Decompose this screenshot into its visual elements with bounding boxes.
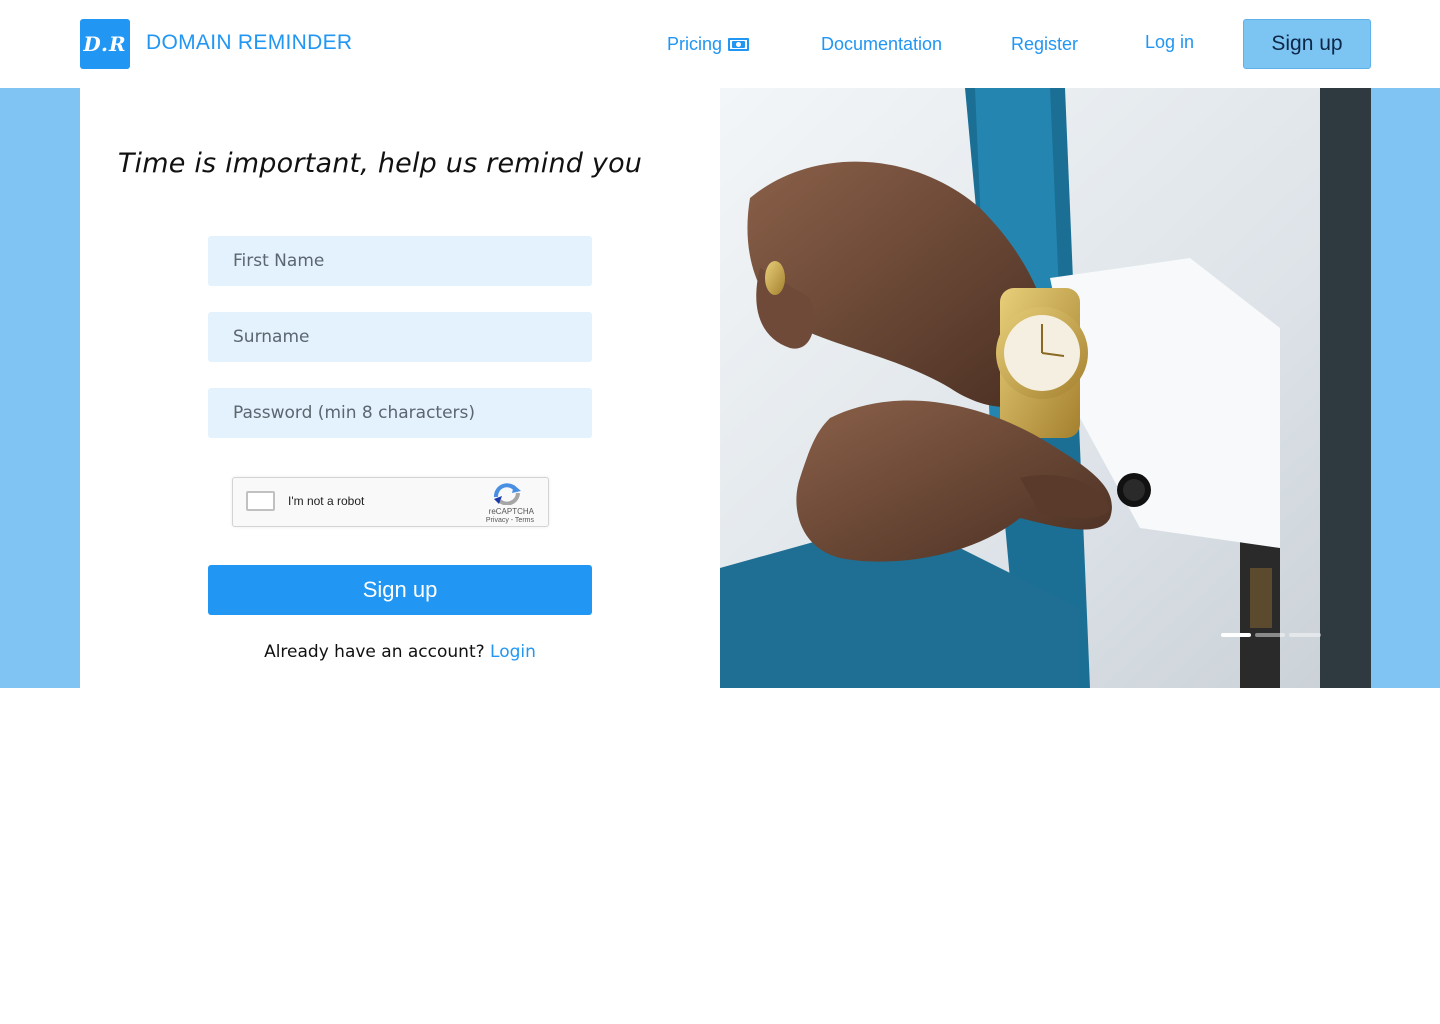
hero-photo <box>720 88 1371 688</box>
nav-register[interactable]: Register <box>1011 34 1078 55</box>
header-signup-button[interactable]: Sign up <box>1243 19 1371 69</box>
recaptcha-brand: reCAPTCHA <box>488 507 534 516</box>
recaptcha-icon <box>494 483 521 505</box>
login-link[interactable]: Login <box>490 642 536 662</box>
brand-name[interactable]: DOMAIN REMINDER <box>146 31 352 55</box>
nav-login[interactable]: Log in <box>1145 32 1194 53</box>
carousel-indicators <box>1221 633 1321 637</box>
signup-submit-button[interactable]: Sign up <box>208 565 592 615</box>
recaptcha-checkbox[interactable] <box>246 491 275 511</box>
logo[interactable]: D.R <box>80 19 130 69</box>
carousel-dot[interactable] <box>1289 633 1321 637</box>
recaptcha-label: I'm not a robot <box>288 494 365 508</box>
surname-input[interactable] <box>208 312 592 362</box>
password-input[interactable] <box>208 388 592 438</box>
carousel-dot[interactable] <box>1221 633 1251 637</box>
nav-documentation[interactable]: Documentation <box>821 34 942 55</box>
account-prompt-text: Already have an account? <box>264 642 485 662</box>
money-bill-icon <box>728 38 749 51</box>
first-name-input[interactable] <box>208 236 592 286</box>
login-prompt: Already have an account? Login <box>208 642 592 662</box>
carousel-dot[interactable] <box>1255 633 1285 637</box>
hero-photo-illustration <box>720 88 1371 688</box>
nav-pricing[interactable]: Pricing <box>667 34 722 55</box>
site-header: D.R DOMAIN REMINDER Pricing Documentatio… <box>0 0 1440 88</box>
hero-tagline: Time is important, help us remind you <box>117 148 643 179</box>
recaptcha-widget: I'm not a robot reCAPTCHA Privacy - Term… <box>232 477 549 527</box>
recaptcha-terms-link[interactable]: Privacy - Terms <box>486 517 534 524</box>
